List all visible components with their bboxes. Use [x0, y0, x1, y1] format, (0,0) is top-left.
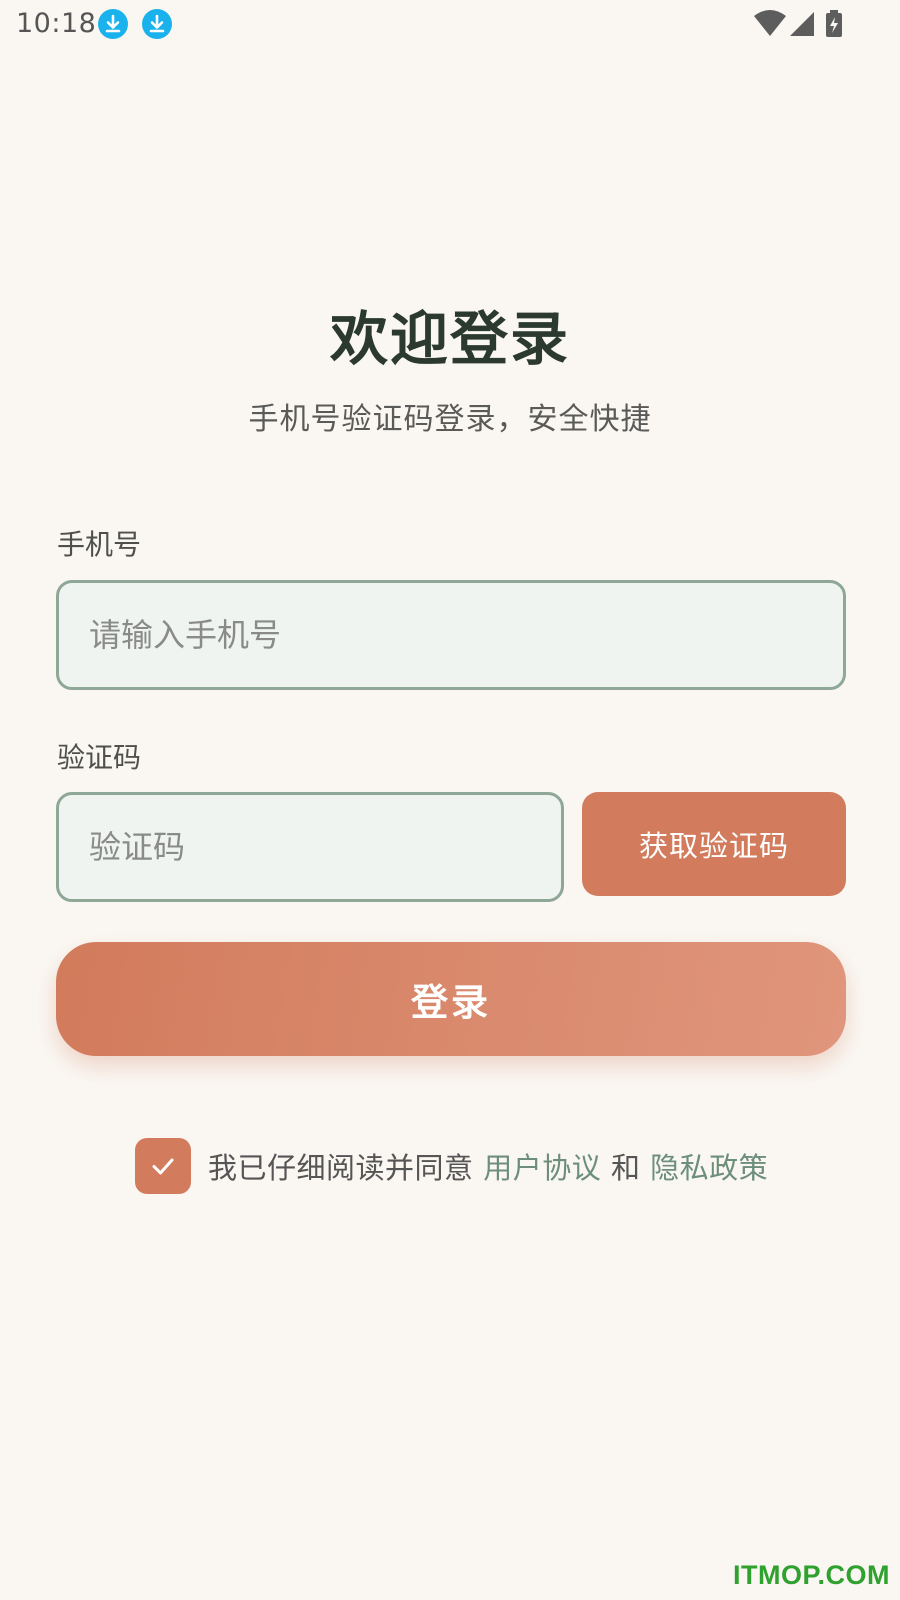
page-subtitle: 手机号验证码登录，安全快捷 — [248, 402, 652, 437]
signal-icon — [788, 10, 816, 42]
download-icon — [142, 9, 172, 39]
wifi-icon — [754, 10, 786, 42]
login-button[interactable]: 登录 — [56, 942, 846, 1056]
agreement-middle: 和 — [601, 1151, 651, 1185]
check-icon — [152, 1158, 174, 1175]
get-code-button[interactable]: 获取验证码 — [582, 792, 846, 896]
agreement-text: 我已仔细阅读并同意 用户协议 和 隐私政策 — [208, 1145, 768, 1187]
agreement-prefix: 我已仔细阅读并同意 — [208, 1151, 484, 1185]
agreement-row: 我已仔细阅读并同意 用户协议 和 隐私政策 — [135, 1138, 768, 1194]
phone-input[interactable] — [59, 583, 843, 687]
code-input[interactable] — [59, 795, 561, 899]
status-time: 10:18 — [16, 8, 97, 39]
page-title: 欢迎登录 — [329, 305, 570, 373]
code-label: 验证码 — [57, 741, 142, 774]
phone-label: 手机号 — [57, 528, 142, 561]
watermark: ITMOP.COM — [732, 1560, 890, 1590]
status-bar: 10:18 — [0, 0, 900, 50]
download-icon — [98, 9, 128, 39]
agreement-checkbox[interactable] — [135, 1138, 191, 1194]
code-field[interactable] — [56, 792, 564, 902]
user-agreement-link[interactable]: 用户协议 — [483, 1151, 601, 1185]
phone-field[interactable] — [56, 580, 846, 690]
login-screen: 10:18 欢迎登录 手机号验证码登录，安全快捷 手机号 请输入手机号 验证码 … — [0, 0, 900, 1600]
battery-charging-icon — [825, 10, 843, 42]
privacy-policy-link[interactable]: 隐私政策 — [650, 1151, 768, 1185]
